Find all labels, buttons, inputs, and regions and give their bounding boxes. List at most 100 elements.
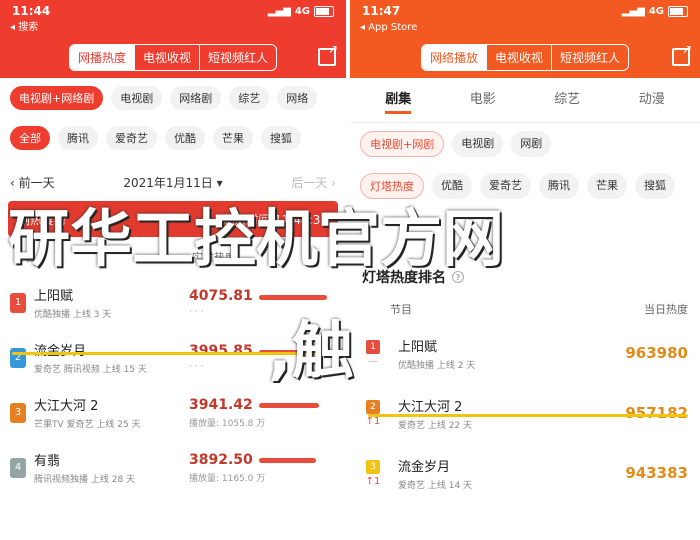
list-item[interactable]: 3 大江大河 2 芒果TV 爱奇艺 上线 25 天 3941.42 播放量: 1… <box>0 385 346 440</box>
chip-variety[interactable]: 综艺 <box>229 86 270 110</box>
chip-tv[interactable]: 电视剧 <box>111 86 163 110</box>
category-chips: 电视剧+网剧 电视剧 网剧 <box>350 123 700 165</box>
segment-short-video[interactable]: 短视频红人 <box>551 44 628 70</box>
back-label: App Store <box>368 22 418 33</box>
top-bar: 网播热度 电视收视 短视频红人 <box>0 36 346 78</box>
segment-short-video[interactable]: 短视频红人 <box>199 44 276 70</box>
program-subtitle: 爱奇艺 上线 22 天 <box>398 420 473 431</box>
program-info: 大江大河 2 芒果TV 爱奇艺 上线 25 天 <box>34 395 189 430</box>
platform-chips: 全部 腾讯 爱奇艺 优酷 芒果 搜狐 <box>0 118 346 158</box>
program-info: 有翡 腾讯视频独播 上线 28 天 <box>34 450 189 485</box>
chip-tencent[interactable]: 腾讯 <box>58 126 98 150</box>
header-program: 节目 <box>390 303 412 316</box>
program-title: 大江大河 2 <box>398 399 463 415</box>
chip-mango[interactable]: 芒果 <box>213 126 253 150</box>
list-item[interactable]: 3 ↑1 流金岁月 爱奇艺 上线 14 天 943383 <box>350 443 700 503</box>
chip-tv-web[interactable]: 电视剧+网剧 <box>360 131 445 157</box>
rank-column: 1 — <box>362 339 384 367</box>
chip-tencent[interactable]: 腾讯 <box>539 173 579 199</box>
status-icons: ▂▄▆ 4G <box>621 5 688 17</box>
tab-series[interactable]: 剧集 <box>385 88 412 114</box>
heat-value: 4075.81 <box>189 288 253 304</box>
segment-tv-rating[interactable]: 电视收视 <box>485 44 551 70</box>
rank-change: — <box>368 355 378 367</box>
chip-youku[interactable]: 优酷 <box>165 126 205 150</box>
rank-badge: 3 <box>10 402 26 423</box>
header-heat: 当日热度 <box>644 303 688 316</box>
program-title: 上阳赋 <box>398 339 438 355</box>
chip-mango[interactable]: 芒果 <box>587 173 627 199</box>
list-item[interactable]: 4 有翡 腾讯视频独播 上线 28 天 3892.50 播放量: 1165.0 … <box>0 440 346 495</box>
network-type: 4G <box>294 5 310 17</box>
status-bar: 11:44 ▂▄▆ 4G <box>0 0 346 22</box>
list-item[interactable]: 1 — 上阳赋 优酷独播 上线 2 天 963980 <box>350 323 700 383</box>
chip-sohu[interactable]: 搜狐 <box>635 173 675 199</box>
chip-tv-web[interactable]: 电视剧+网络剧 <box>10 86 104 110</box>
status-time: 11:44 <box>12 4 51 18</box>
heat-extra: 播放量: 1165.0 万 <box>189 473 266 484</box>
segment-web-heat[interactable]: 网播热度 <box>69 44 134 70</box>
tab-variety[interactable]: 综艺 <box>554 88 580 114</box>
program-subtitle: 芒果TV 爱奇艺 上线 25 天 <box>34 420 141 430</box>
rank-badge: 2 <box>10 347 26 368</box>
status-icons: ▂▄▆ 4G <box>267 5 334 17</box>
heat-bar <box>258 403 319 408</box>
back-link[interactable]: ◂ App Store <box>350 22 700 36</box>
tab-movie[interactable]: 电影 <box>470 88 496 114</box>
heat-value: 957182 <box>625 404 688 422</box>
program-title: 有翡 <box>34 454 61 469</box>
signal-icon: ▂▄▆ <box>267 5 291 17</box>
program-subtitle: 爱奇艺 上线 14 天 <box>398 480 473 491</box>
heat-value: 3941.42 <box>189 396 253 413</box>
signal-icon: ▂▄▆ <box>621 5 645 17</box>
rank-column: 3 ↑1 <box>362 459 384 487</box>
ranking-list: 1 — 上阳赋 优酷独播 上线 2 天 963980 2 ↑1 大江大河 2 爱… <box>350 323 700 503</box>
segment-web-play[interactable]: 网络播放 <box>421 44 486 70</box>
segment-tv-rating[interactable]: 电视收视 <box>133 44 199 70</box>
chip-all[interactable]: 全部 <box>10 126 50 150</box>
battery-icon <box>314 5 334 17</box>
rank-badge: 1 <box>10 292 26 313</box>
category-chips: 电视剧+网络剧 电视剧 网络剧 综艺 网络 <box>0 78 346 118</box>
top-bar: 网络播放 电视收视 短视频红人 <box>350 36 700 78</box>
network-type: 4G <box>648 5 664 17</box>
chip-web[interactable]: 网剧 <box>511 131 552 157</box>
chip-network[interactable]: 网络 <box>277 86 318 110</box>
program-subtitle: 优酷独播 上线 2 天 <box>398 360 476 371</box>
heat-value: 3892.50 <box>189 451 253 468</box>
rank-badge: 3 <box>366 459 380 474</box>
share-icon[interactable] <box>672 42 692 66</box>
chip-iqiyi[interactable]: 爱奇艺 <box>106 126 157 150</box>
program-title: 大江大河 2 <box>34 399 99 414</box>
program-info: 流金岁月 爱奇艺 上线 14 天 <box>398 456 625 491</box>
rank-badge: 1 <box>366 339 380 354</box>
program-title: 流金岁月 <box>34 340 189 359</box>
rank-change: ↑1 <box>365 475 381 487</box>
segment-control: 网播热度 电视收视 短视频红人 <box>68 43 278 71</box>
rank-badge: 4 <box>10 457 26 478</box>
back-link[interactable]: ◂ 搜索 <box>0 22 346 36</box>
tab-anime[interactable]: 动漫 <box>639 88 665 114</box>
chip-web[interactable]: 网络剧 <box>170 86 222 110</box>
share-icon[interactable] <box>318 42 338 66</box>
table-header: 节目 当日热度 <box>350 295 700 323</box>
program-title: 上阳赋 <box>34 289 74 304</box>
heat-bar <box>258 294 327 300</box>
heat-metric: 3941.42 播放量: 1055.8 万 <box>189 397 336 429</box>
chip-sohu[interactable]: 搜狐 <box>261 126 301 150</box>
overlay-watermark-text: 研华工控机官方网 <box>8 202 505 275</box>
program-info: 上阳赋 优酷独播 上线 3 天 <box>34 285 189 320</box>
program-title: 流金岁月 <box>398 459 451 475</box>
heat-value: 943383 <box>625 464 688 482</box>
program-info: 大江大河 2 爱奇艺 上线 22 天 <box>398 396 625 431</box>
rank-change: ↑1 <box>365 415 381 427</box>
segment-control: 网络播放 电视收视 短视频红人 <box>420 43 630 71</box>
program-subtitle: 腾讯视频独播 上线 28 天 <box>34 475 136 485</box>
chip-tv[interactable]: 电视剧 <box>452 131 504 157</box>
program-info: 上阳赋 优酷独播 上线 2 天 <box>398 336 625 371</box>
program-subtitle: 优酷独播 上线 3 天 <box>34 310 112 320</box>
list-item[interactable]: 2 ↑1 大江大河 2 爱奇艺 上线 22 天 957182 <box>350 383 700 443</box>
rank-column: 2 ↑1 <box>362 399 384 427</box>
content-tabs: 剧集 电影 综艺 动漫 <box>350 78 700 123</box>
status-bar: 11:47 ▂▄▆ 4G <box>350 0 700 22</box>
